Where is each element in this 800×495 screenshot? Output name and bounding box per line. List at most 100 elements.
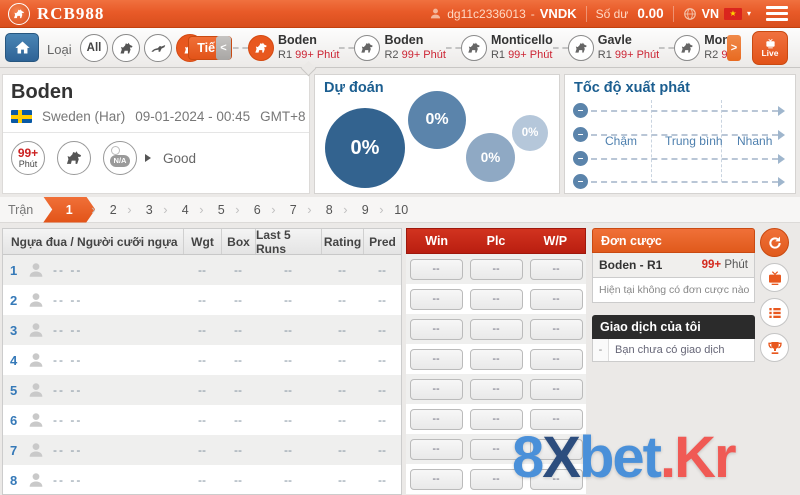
wp-odds-button[interactable]: -- [529, 408, 583, 430]
race-tab[interactable]: Gavle R1 99+ Phút [552, 29, 659, 67]
speed-marker: – [573, 127, 588, 142]
runner-wgt: -- [198, 323, 206, 337]
win-odds-button[interactable]: -- [409, 258, 463, 280]
user-icon [429, 7, 442, 20]
wp-odds-button[interactable]: -- [529, 378, 583, 400]
live-button[interactable]: Live [752, 31, 788, 65]
odds-panel: Win Plc W/P -- -- -- -- -- -- -- -- -- -… [406, 228, 586, 495]
race-tab[interactable]: Monticello R2 99+ Phút [659, 29, 733, 67]
plc-odds-button[interactable]: -- [469, 318, 523, 340]
plc-odds-button[interactable]: -- [469, 438, 523, 460]
race-venue: Boden [278, 33, 317, 48]
speed-marker: – [573, 151, 588, 166]
race-number-tab[interactable]: 4 [163, 197, 203, 223]
plc-odds-button[interactable]: -- [469, 468, 523, 490]
refresh-button[interactable] [760, 228, 789, 257]
arrow-right-icon [778, 105, 785, 116]
wp-odds-button[interactable]: -- [529, 348, 583, 370]
win-odds-button[interactable]: -- [409, 408, 463, 430]
user-account[interactable]: dg11c2336013 - VNDK [429, 6, 577, 21]
column-header-wgt: Wgt [183, 229, 221, 254]
leaderboard-button[interactable] [760, 333, 789, 362]
jockey-avatar-icon [23, 260, 49, 280]
runner-wgt: -- [198, 383, 206, 397]
prediction-bubble: 0% [408, 91, 466, 149]
wp-odds-button[interactable]: -- [529, 438, 583, 460]
odds-row: -- -- -- [406, 404, 586, 434]
sun-icon [111, 146, 120, 155]
odds-row: -- -- -- [406, 464, 586, 494]
plc-odds-button[interactable]: -- [469, 378, 523, 400]
odds-row: -- -- -- [406, 434, 586, 464]
scroll-right-button[interactable]: > [727, 35, 741, 61]
menu-icon[interactable] [766, 6, 788, 21]
race-number-tab[interactable]: 8 [307, 197, 347, 223]
prediction-bubble: 0% [512, 115, 548, 151]
filter-all-button[interactable]: All [80, 34, 108, 62]
filter-greyhound-button[interactable] [144, 34, 172, 62]
race-number-tab[interactable]: 1 [43, 197, 95, 223]
win-odds-button[interactable]: -- [409, 318, 463, 340]
wp-odds-button[interactable]: -- [529, 318, 583, 340]
runner-name: -- -- [53, 323, 83, 337]
transactions-title: Giao dịch của tôi [592, 315, 755, 339]
race-number-tab[interactable]: 6 [235, 197, 275, 223]
brand-logo[interactable]: RCB988 [0, 2, 105, 25]
win-odds-button[interactable]: -- [409, 468, 463, 490]
win-odds-button[interactable]: -- [409, 378, 463, 400]
filter-horse-racing-button[interactable] [112, 34, 140, 62]
speed-marker: – [573, 103, 588, 118]
home-button[interactable] [5, 33, 39, 62]
runner-row: 4 -- -- -- -- -- -- -- [3, 345, 401, 375]
speed-track-line [591, 109, 778, 112]
race-number-tab[interactable]: 2 [91, 197, 131, 223]
betslip-empty-message: Hiện tại không có đơn cược nào [592, 278, 755, 303]
plc-odds-button[interactable]: -- [469, 288, 523, 310]
runner-box: -- [234, 353, 242, 367]
runner-box: -- [234, 473, 242, 487]
brand-name: RCB988 [37, 3, 105, 23]
plc-odds-button[interactable]: -- [469, 258, 523, 280]
balance-label: Số dư [595, 6, 629, 21]
race-tab[interactable]: Boden R2 99+ Phút [339, 29, 446, 67]
wp-odds-button[interactable]: -- [529, 258, 583, 280]
horse-logo-icon [8, 2, 30, 25]
race-number-tab[interactable]: 3 [127, 197, 167, 223]
jockey-avatar-icon [23, 410, 49, 430]
harness-icon [64, 148, 84, 168]
balance-value: 0.00 [637, 6, 664, 21]
transactions-marker: - [593, 339, 609, 361]
results-list-button[interactable] [760, 298, 789, 327]
top-bar: RCB988 dg11c2336013 - VNDK Số dư 0.00 VN… [0, 0, 800, 28]
live-video-button[interactable] [760, 263, 789, 292]
wp-odds-button[interactable]: -- [529, 468, 583, 490]
odds-row: -- -- -- [406, 344, 586, 374]
race-number-tab[interactable]: 9 [343, 197, 383, 223]
language-selector[interactable]: VN ★ ▾ [683, 7, 751, 21]
runner-last5runs: -- [284, 473, 292, 487]
race-tab[interactable]: Monticello R1 99+ Phút [445, 29, 553, 67]
speed-track-line [591, 180, 778, 183]
wp-odds-button[interactable]: -- [529, 288, 583, 310]
race-number-tab[interactable]: 10 [379, 197, 419, 223]
betslip-race-label: Boden - R1 [599, 258, 663, 272]
scroll-left-button[interactable]: < [216, 36, 231, 60]
runner-name: -- -- [53, 443, 83, 457]
race-number-tab[interactable]: 5 [199, 197, 239, 223]
greyhound-icon [150, 40, 167, 57]
race-number-tab[interactable]: 7 [271, 197, 311, 223]
plc-odds-button[interactable]: -- [469, 408, 523, 430]
race-tab[interactable]: Boden R1 99+ Phút [233, 29, 339, 67]
plc-odds-button[interactable]: -- [469, 348, 523, 370]
win-odds-button[interactable]: -- [409, 288, 463, 310]
race-timezone: GMT+8 [260, 109, 306, 124]
runner-row: 6 -- -- -- -- -- -- -- [3, 405, 401, 435]
runner-wgt: -- [198, 263, 206, 277]
win-odds-button[interactable]: -- [409, 438, 463, 460]
arrow-right-icon [778, 129, 785, 140]
horse-icon [118, 40, 135, 57]
runner-name: -- -- [53, 293, 83, 307]
win-odds-button[interactable]: -- [409, 348, 463, 370]
runner-pred: -- [378, 353, 386, 367]
harness-racing-icon [248, 35, 274, 61]
